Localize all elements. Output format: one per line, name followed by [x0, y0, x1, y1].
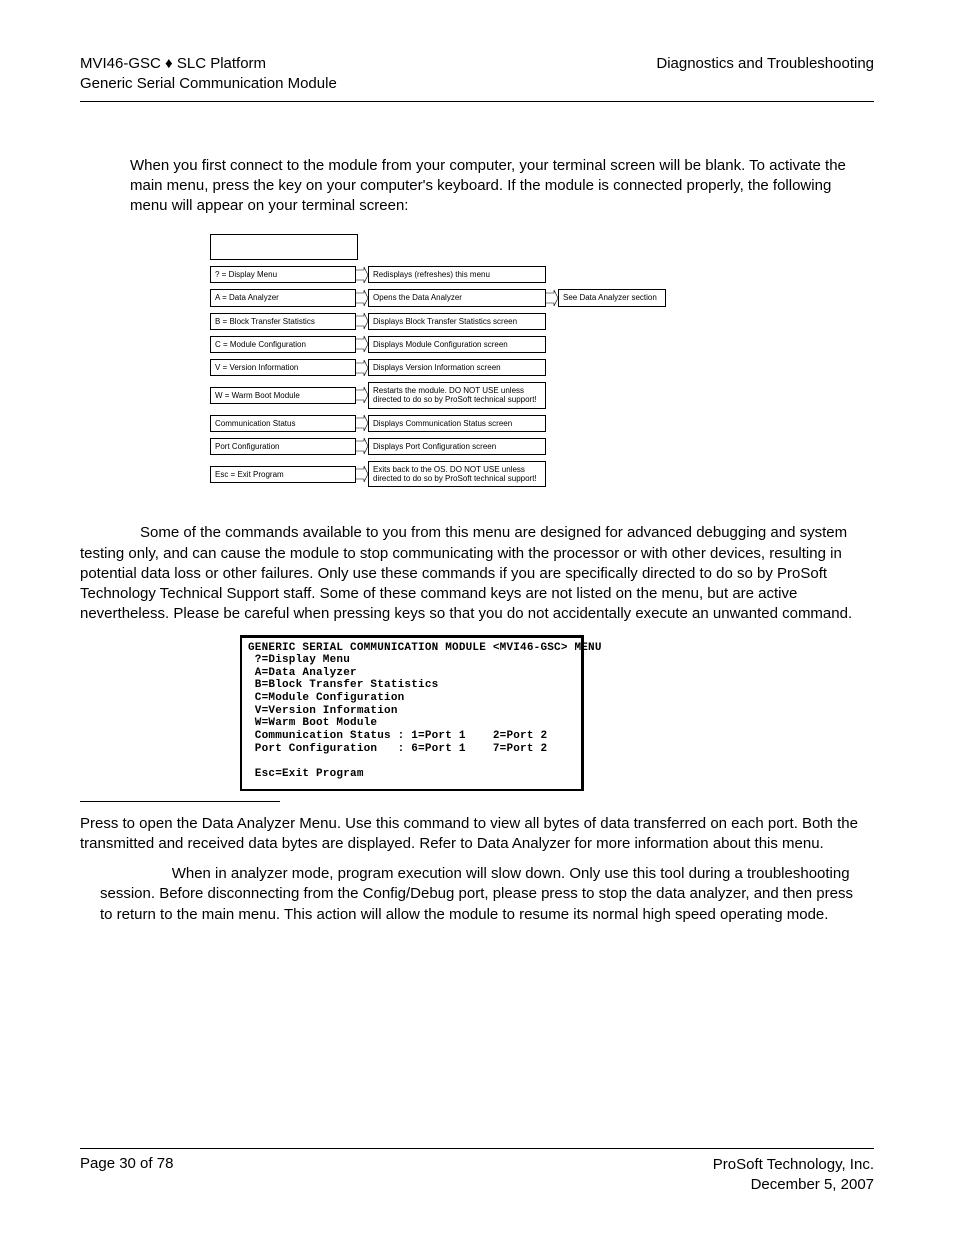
- diagram-desc-box: Displays Block Transfer Statistics scree…: [368, 313, 546, 330]
- diagram-row: A = Data Analyzer Opens the Data Analyzer…: [210, 289, 874, 306]
- important-paragraph: Important: When in analyzer mode, progra…: [100, 864, 854, 925]
- diagram-cmd-box: ? = Display Menu: [210, 266, 356, 283]
- diagram-title-box: [210, 234, 358, 260]
- diagram-cmd-box: Esc = Exit Program: [210, 466, 356, 483]
- section-rule: [80, 801, 280, 802]
- diagram-desc-box: Redisplays (refreshes) this menu: [368, 266, 546, 283]
- diagram-desc-box: Exits back to the OS. DO NOT USE unless …: [368, 461, 546, 487]
- diagram-row: V = Version Information Displays Version …: [210, 359, 874, 376]
- diagram-row: Esc = Exit Program Exits back to the OS. …: [210, 461, 874, 487]
- caution-text: Some of the commands available to you fr…: [80, 524, 852, 622]
- footer-right-1: ProSoft Technology, Inc.: [713, 1155, 874, 1175]
- diagram-row: Port Configuration Displays Port Configur…: [210, 438, 874, 455]
- diagram-row: B = Block Transfer Statistics Displays Bl…: [210, 313, 874, 330]
- footer-left: Page 30 of 78: [80, 1155, 173, 1196]
- diagram-cmd-box: W = Warm Boot Module: [210, 387, 356, 404]
- diagram-desc-box: Opens the Data Analyzer: [368, 289, 546, 306]
- important-text: When in analyzer mode, program execution…: [100, 865, 853, 923]
- diagram-desc-box: Displays Communication Status screen: [368, 415, 546, 432]
- page-footer: Page 30 of 78 ProSoft Technology, Inc. D…: [80, 1148, 874, 1196]
- diagram-desc-box: Displays Port Configuration screen: [368, 438, 546, 455]
- terminal-screenshot: GENERIC SERIAL COMMUNICATION MODULE <MVI…: [240, 635, 584, 791]
- header-right: Diagnostics and Troubleshooting: [656, 54, 874, 74]
- footer-right-2: December 5, 2007: [713, 1175, 874, 1195]
- diagram-cmd-box: C = Module Configuration: [210, 336, 356, 353]
- header-left-2: Generic Serial Communication Module: [80, 74, 337, 94]
- diagram-row: W = Warm Boot Module Restarts the module.…: [210, 382, 874, 408]
- caution-paragraph: Caution: Some of the commands available …: [80, 523, 874, 624]
- diagram-desc-box: Displays Module Configuration screen: [368, 336, 546, 353]
- diagram-cmd-box: V = Version Information: [210, 359, 356, 376]
- diagram-ext-box: See Data Analyzer section: [558, 289, 666, 306]
- diagram-desc-box: Restarts the module. DO NOT USE unless d…: [368, 382, 546, 408]
- diagram-desc-box: Displays Version Information screen: [368, 359, 546, 376]
- menu-diagram: ? = Display Menu Redisplays (refreshes) t…: [210, 234, 874, 487]
- open-analyzer-paragraph: Press to open the Data Analyzer Menu. Us…: [80, 814, 874, 855]
- diagram-cmd-box: Communication Status: [210, 415, 356, 432]
- diagram-cmd-box: B = Block Transfer Statistics: [210, 313, 356, 330]
- diagram-cmd-box: A = Data Analyzer: [210, 289, 356, 306]
- intro-paragraph: When you first connect to the module fro…: [130, 156, 854, 217]
- diagram-row: C = Module Configuration Displays Module …: [210, 336, 874, 353]
- header-left-1: MVI46-GSC ♦ SLC Platform: [80, 54, 337, 74]
- page-header: MVI46-GSC ♦ SLC Platform Generic Serial …: [80, 54, 874, 102]
- diagram-cmd-box: Port Configuration: [210, 438, 356, 455]
- diagram-row: ? = Display Menu Redisplays (refreshes) t…: [210, 266, 874, 283]
- diagram-row: Communication Status Displays Communicati…: [210, 415, 874, 432]
